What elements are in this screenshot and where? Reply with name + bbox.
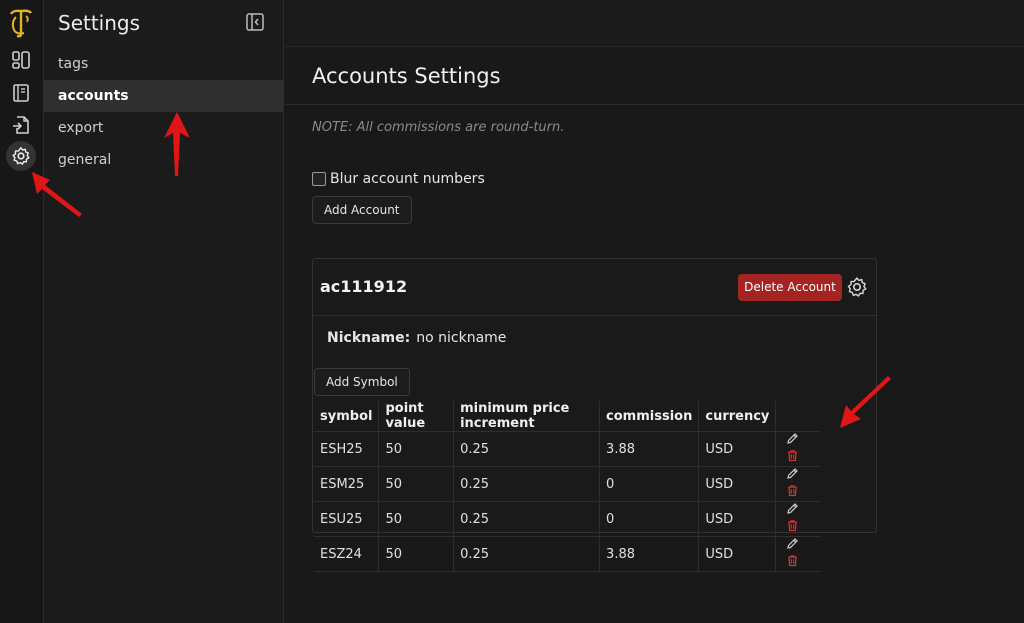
commission-note: NOTE: All commissions are round-turn. xyxy=(312,120,565,135)
row-actions xyxy=(775,536,821,572)
symbol-cell: ESH25 xyxy=(314,431,380,467)
table-row: ESU25 50 0.25 0 USD xyxy=(314,501,821,537)
sidebar-item-export[interactable]: export xyxy=(44,112,283,144)
row-actions xyxy=(775,466,821,502)
sidebar-item-accounts[interactable]: accounts xyxy=(44,80,283,112)
card-divider xyxy=(313,315,876,316)
page-title: Accounts Settings xyxy=(312,64,501,88)
settings-sidebar: Settings tags accounts export general xyxy=(44,0,284,623)
edit-pencil-icon[interactable] xyxy=(786,467,799,484)
symbol-cell: ESM25 xyxy=(314,466,380,502)
table-row: ESZ24 50 0.25 3.88 USD xyxy=(314,536,821,572)
commission-cell: 0 xyxy=(599,466,700,502)
symbol-cell: ESU25 xyxy=(314,501,380,537)
column-header: point value xyxy=(378,401,455,432)
sidebar-title: Settings xyxy=(58,11,141,35)
table-header-row: symbol point value minimum price increme… xyxy=(314,401,821,432)
settings-gear-icon[interactable] xyxy=(6,141,36,171)
top-bar xyxy=(285,0,1024,47)
table-row: ESM25 50 0.25 0 USD xyxy=(314,466,821,502)
account-number: ac111912 xyxy=(320,277,408,296)
column-header: symbol xyxy=(314,401,380,432)
symbols-table: symbol point value minimum price increme… xyxy=(314,401,821,572)
column-header: commission xyxy=(599,401,700,432)
row-actions xyxy=(775,431,821,467)
point-value-cell: 50 xyxy=(378,466,455,502)
icon-rail xyxy=(0,0,44,623)
account-card: ac111912 Delete Account Nickname: no nick… xyxy=(312,258,877,572)
point-value-cell: 50 xyxy=(378,536,455,572)
add-account-button[interactable]: Add Account xyxy=(312,196,412,224)
edit-pencil-icon[interactable] xyxy=(786,432,799,449)
symbol-cell: ESZ24 xyxy=(314,536,380,572)
actions-header xyxy=(775,401,821,432)
min-increment-cell: 0.25 xyxy=(453,501,601,537)
account-settings-gear-icon[interactable] xyxy=(846,276,868,298)
column-header: currency xyxy=(698,401,777,432)
dashboard-icon[interactable] xyxy=(6,45,36,75)
column-header: minimum price increment xyxy=(453,401,601,432)
edit-pencil-icon[interactable] xyxy=(786,537,799,554)
import-file-icon[interactable] xyxy=(6,110,36,140)
nickname-row: Nickname: no nickname xyxy=(327,330,506,346)
title-divider xyxy=(285,104,1024,105)
commission-cell: 0 xyxy=(599,501,700,537)
delete-trash-icon[interactable] xyxy=(786,449,799,466)
collapse-sidebar-icon[interactable] xyxy=(246,13,264,31)
min-increment-cell: 0.25 xyxy=(453,466,601,502)
min-increment-cell: 0.25 xyxy=(453,536,601,572)
currency-cell: USD xyxy=(698,501,777,537)
sidebar-item-general[interactable]: general xyxy=(44,144,283,176)
blur-account-numbers-toggle[interactable]: Blur account numbers xyxy=(312,171,485,187)
point-value-cell: 50 xyxy=(378,431,455,467)
point-value-cell: 50 xyxy=(378,501,455,537)
nickname-value[interactable]: no nickname xyxy=(416,330,506,346)
min-increment-cell: 0.25 xyxy=(453,431,601,467)
sidebar-item-tags[interactable]: tags xyxy=(44,48,283,80)
add-symbol-button[interactable]: Add Symbol xyxy=(314,368,410,396)
currency-cell: USD xyxy=(698,466,777,502)
commission-cell: 3.88 xyxy=(599,536,700,572)
nickname-label: Nickname: xyxy=(327,330,411,346)
currency-cell: USD xyxy=(698,431,777,467)
blur-checkbox-label: Blur account numbers xyxy=(330,171,485,187)
journal-icon[interactable] xyxy=(6,78,36,108)
blur-checkbox[interactable] xyxy=(312,172,326,186)
commission-cell: 3.88 xyxy=(599,431,700,467)
delete-trash-icon[interactable] xyxy=(786,484,799,501)
delete-trash-icon[interactable] xyxy=(786,554,799,571)
edit-pencil-icon[interactable] xyxy=(786,502,799,519)
row-actions xyxy=(775,501,821,537)
table-row: ESH25 50 0.25 3.88 USD xyxy=(314,431,821,467)
delete-account-button[interactable]: Delete Account xyxy=(738,274,842,301)
delete-trash-icon[interactable] xyxy=(786,519,799,536)
currency-cell: USD xyxy=(698,536,777,572)
app-logo-icon[interactable] xyxy=(8,8,34,38)
